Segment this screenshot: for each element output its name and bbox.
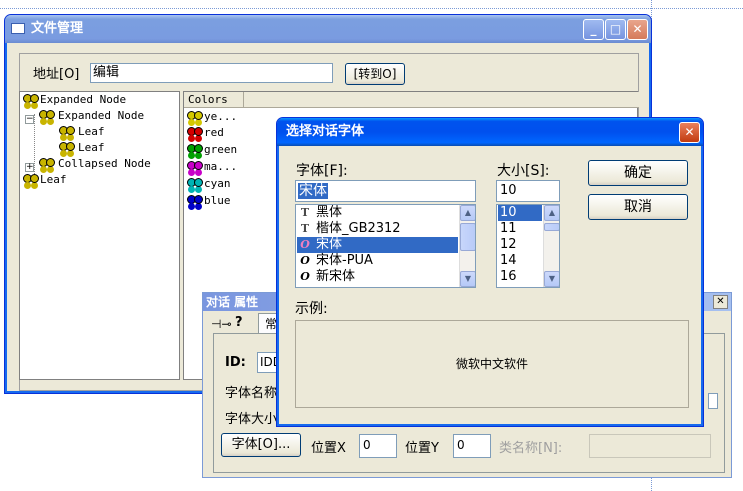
scroll-down-arrow-icon[interactable]: ▼	[544, 271, 559, 287]
scroll-up-arrow-icon[interactable]: ▲	[460, 205, 475, 221]
window-icon	[11, 23, 25, 34]
tree-connector	[34, 114, 35, 178]
size-list-item[interactable]: 14	[500, 253, 517, 269]
list-item[interactable]: blue	[204, 193, 231, 209]
tree-node-icon	[39, 110, 55, 124]
tree-item[interactable]: Leaf	[78, 124, 105, 140]
address-label: 地址[O]	[33, 67, 80, 82]
tree-view[interactable]: − + Expanded Node Expanded Node Leaf Lea…	[19, 91, 180, 380]
truetype-font-icon: T	[300, 206, 310, 219]
scroll-down-arrow-icon[interactable]: ▼	[460, 271, 475, 287]
pos-y-label: 位置Y	[405, 441, 439, 456]
size-label: 大小[S]:	[497, 163, 550, 179]
size-list-item-selected[interactable]: 10	[498, 205, 542, 221]
list-item[interactable]: green	[204, 142, 237, 158]
tree-item[interactable]: Leaf	[78, 140, 105, 156]
list-item[interactable]: ma...	[204, 159, 237, 175]
size-listbox[interactable]: 10 11 12 14 16 ▲ ▼	[496, 204, 560, 288]
tree-node-icon	[39, 158, 55, 172]
file-manager-titlebar[interactable]: 文件管理	[5, 15, 651, 43]
help-icon[interactable]: ?	[235, 315, 243, 330]
pos-x-label: 位置X	[311, 441, 346, 456]
font-dialog-titlebar[interactable]: 选择对话字体	[277, 118, 703, 146]
font-name-label: 字体名称	[225, 386, 278, 401]
colors-column-header[interactable]: Colors	[184, 92, 244, 108]
tree-node-icon	[59, 126, 75, 140]
pos-y-input[interactable]: 0	[453, 434, 491, 458]
size-list-item[interactable]: 11	[500, 221, 517, 237]
font-dialog-close-button[interactable]: ✕	[679, 122, 700, 143]
tree-item[interactable]: Expanded Node	[40, 92, 126, 108]
properties-close-button[interactable]: ✕	[713, 295, 728, 309]
font-name-input[interactable]: 宋体	[295, 180, 476, 202]
class-name-input	[589, 434, 711, 458]
size-list-scrollbar[interactable]: ▲ ▼	[543, 205, 559, 287]
font-list-scrollbar[interactable]: ▲ ▼	[459, 205, 475, 287]
tree-node-icon	[59, 142, 75, 156]
opentype-font-icon: O	[300, 254, 310, 267]
font-size-label: 字体大小	[225, 412, 278, 427]
font-list-item[interactable]: 新宋体	[316, 269, 355, 285]
tree-item[interactable]: Expanded Node	[58, 108, 144, 124]
color-item-icon	[187, 127, 203, 141]
maximize-button[interactable]: □	[605, 19, 626, 40]
font-list-item[interactable]: 黑体	[316, 205, 342, 221]
color-item-icon	[187, 161, 203, 175]
class-name-label: 类名称[N]:	[499, 441, 563, 456]
tree-item[interactable]: Collapsed Node	[58, 156, 151, 172]
opentype-font-icon: O	[300, 270, 310, 283]
font-dialog-title: 选择对话字体	[286, 124, 365, 139]
size-list-item[interactable]: 12	[500, 237, 517, 253]
size-input[interactable]: 10	[496, 180, 560, 202]
font-button[interactable]: 字体[O]...	[221, 433, 301, 457]
sample-preview: 微软中文软件	[295, 320, 689, 408]
scroll-thumb[interactable]	[460, 223, 475, 251]
font-list-item-selected[interactable]: 宋体	[316, 237, 343, 253]
color-item-icon	[187, 178, 203, 192]
pos-x-input[interactable]: 0	[359, 434, 397, 458]
cancel-button[interactable]: 取消	[588, 194, 688, 220]
size-list-item[interactable]: 16	[500, 269, 517, 285]
font-list-item[interactable]: 宋体-PUA	[316, 253, 373, 269]
minimize-button[interactable]: _	[583, 19, 604, 40]
font-name-value: 宋体	[298, 183, 328, 199]
font-name-label: 字体[F]:	[296, 163, 348, 179]
tree-node-icon	[23, 94, 39, 108]
address-input[interactable]: 编辑	[90, 63, 333, 83]
list-item[interactable]: ye...	[204, 109, 237, 125]
field-edge	[708, 393, 718, 409]
close-button[interactable]: ✕	[627, 19, 648, 40]
tree-item[interactable]: Leaf	[40, 172, 67, 188]
tree-node-icon	[23, 174, 39, 188]
color-item-icon	[187, 144, 203, 158]
color-item-icon	[187, 195, 203, 209]
font-list-item[interactable]: 楷体_GB2312	[316, 221, 401, 237]
list-item[interactable]: red	[204, 125, 224, 141]
guide-line	[0, 8, 743, 9]
list-item[interactable]: cyan	[204, 176, 231, 192]
goto-button[interactable]: [转到O]	[345, 63, 405, 85]
scroll-up-arrow-icon[interactable]: ▲	[544, 205, 559, 221]
ok-button[interactable]: 确定	[588, 160, 688, 186]
sample-text: 微软中文软件	[455, 357, 528, 371]
color-item-icon	[187, 111, 203, 125]
scroll-thumb[interactable]	[544, 223, 559, 231]
font-listbox[interactable]: T 黑体 T 楷体_GB2312 O 宋体 O 宋体-PUA O 新宋体 ▲ ▼	[295, 204, 476, 288]
pin-icon[interactable]: ⊣⊸	[211, 317, 232, 331]
sample-label: 示例:	[295, 301, 328, 317]
list-header	[184, 92, 639, 108]
properties-title: 对话 属性	[206, 295, 259, 309]
font-dialog: 选择对话字体 ✕ 字体[F]: 宋体 T 黑体 T 楷体_GB2312 O 宋体…	[276, 117, 704, 427]
truetype-font-icon: T	[300, 222, 310, 235]
window-title: 文件管理	[31, 21, 84, 36]
id-label: ID:	[225, 355, 246, 370]
opentype-font-icon: O	[298, 238, 312, 252]
collapse-toggle[interactable]: −	[25, 115, 34, 124]
expand-toggle[interactable]: +	[25, 163, 34, 172]
